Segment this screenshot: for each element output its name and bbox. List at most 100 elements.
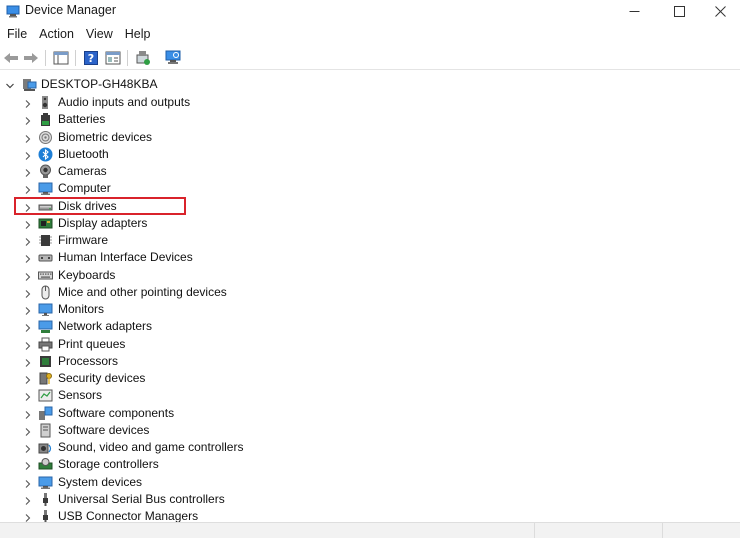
tree-item-universal-serial-bus-controllers[interactable]: Universal Serial Bus controllers	[0, 491, 740, 508]
menu-action[interactable]: Action	[33, 24, 80, 44]
chevron-right-icon[interactable]	[23, 253, 33, 264]
tree-item-audio-inputs-and-outputs[interactable]: Audio inputs and outputs	[0, 94, 740, 111]
chevron-right-icon[interactable]	[23, 167, 33, 177]
tree-item-keyboards[interactable]: Keyboards	[0, 267, 740, 284]
svg-text:?: ?	[88, 52, 94, 65]
tree-root-label: DESKTOP-GH48KBA	[41, 77, 158, 91]
toolbar-separator	[127, 50, 128, 66]
tree-item-security-devices[interactable]: Security devices	[0, 370, 740, 387]
menu-help[interactable]: Help	[119, 24, 157, 44]
chevron-right-icon[interactable]	[23, 495, 33, 505]
forward-icon	[24, 53, 38, 63]
maximize-icon	[673, 5, 685, 17]
chevron-right-icon[interactable]	[23, 184, 33, 195]
menu-bar: File Action View Help	[0, 24, 157, 44]
update-driver-button[interactable]	[134, 50, 152, 66]
chevron-right-icon[interactable]	[23, 409, 33, 419]
tree-item-display-adapters[interactable]: Display adapters	[0, 215, 740, 232]
tree-item-label: Computer	[58, 181, 111, 196]
help-button[interactable]: ?	[82, 50, 100, 66]
network-adapter-icon	[38, 319, 53, 334]
menu-file[interactable]: File	[0, 24, 33, 44]
chevron-down-icon[interactable]	[5, 80, 15, 90]
tree-item-computer[interactable]: Computer	[0, 180, 740, 197]
monitor-icon	[38, 302, 53, 317]
tree-item-human-interface-devices[interactable]: Human Interface Devices	[0, 249, 740, 266]
back-button[interactable]	[2, 50, 20, 66]
software-device-icon	[38, 423, 53, 438]
chevron-right-icon[interactable]	[23, 236, 33, 246]
tree-item-label: Firmware	[58, 233, 108, 247]
tree-item-label: Monitors	[58, 302, 105, 316]
device-tree: DESKTOP-GH48KBA Audio inputs and outputs…	[0, 74, 740, 522]
tree-item-sound-video-and-game-controllers[interactable]: Sound, video and game controllers	[0, 439, 740, 456]
chevron-right-icon[interactable]	[23, 478, 33, 488]
tree-item-bluetooth[interactable]: Bluetooth	[0, 146, 740, 163]
minimize-icon	[629, 10, 639, 12]
tree-item-sensors[interactable]: Sensors	[0, 387, 740, 404]
chevron-right-icon[interactable]	[23, 357, 33, 367]
toolbar-separator	[45, 50, 46, 66]
tree-item-label: Software components	[58, 405, 175, 420]
tree-item-system-devices[interactable]: System devices	[0, 474, 740, 491]
chevron-right-icon[interactable]	[23, 305, 33, 315]
chevron-right-icon[interactable]	[23, 322, 33, 333]
tree-item-batteries[interactable]: Batteries	[0, 111, 740, 128]
keyboard-icon	[38, 268, 53, 283]
tree-item-network-adapters[interactable]: Network adapters	[0, 318, 740, 335]
chevron-right-icon[interactable]	[23, 460, 33, 471]
tree-item-label: Print queues	[58, 336, 126, 351]
menu-view[interactable]: View	[80, 24, 119, 44]
chevron-right-icon[interactable]	[23, 443, 33, 453]
tree-item-usb-connector-managers[interactable]: USB Connector Managers	[0, 508, 740, 522]
chevron-right-icon[interactable]	[23, 98, 33, 108]
computer-icon	[38, 181, 53, 196]
scan-hardware-button[interactable]	[164, 50, 182, 66]
chevron-right-icon[interactable]	[23, 150, 33, 160]
device-manager-app-icon	[6, 4, 20, 18]
tree-item-monitors[interactable]: Monitors	[0, 301, 740, 318]
maximize-button[interactable]	[656, 0, 702, 22]
firmware-icon	[38, 233, 53, 248]
tree-item-cameras[interactable]: Cameras	[0, 163, 740, 180]
tree-item-processors[interactable]: Processors	[0, 353, 740, 370]
speaker-icon	[38, 95, 53, 110]
chevron-right-icon[interactable]	[23, 340, 33, 350]
chevron-right-icon[interactable]	[23, 271, 33, 281]
chevron-right-icon[interactable]	[23, 288, 33, 298]
show-hide-console-tree-button[interactable]	[52, 50, 70, 66]
window-title: Device Manager	[25, 3, 117, 17]
tree-item-software-components[interactable]: Software components	[0, 405, 740, 422]
toolbar-separator	[75, 50, 76, 66]
minimize-button[interactable]	[611, 0, 657, 22]
chevron-right-icon[interactable]	[23, 219, 33, 229]
tree-root[interactable]: DESKTOP-GH48KBA	[0, 76, 740, 93]
camera-icon	[38, 164, 53, 179]
tree-item-label: Processors	[58, 353, 119, 368]
tree-item-label: Audio inputs and outputs	[58, 95, 191, 109]
tree-item-print-queues[interactable]: Print queues	[0, 336, 740, 353]
chevron-right-icon[interactable]	[23, 426, 33, 436]
properties-button[interactable]	[104, 50, 122, 66]
chevron-right-icon[interactable]	[23, 374, 33, 384]
battery-icon	[38, 112, 53, 127]
tree-item-biometric-devices[interactable]: Biometric devices	[0, 129, 740, 146]
chevron-right-icon[interactable]	[23, 391, 33, 402]
chevron-right-icon[interactable]	[23, 133, 33, 143]
close-button[interactable]	[701, 0, 740, 22]
tree-item-label: Sound, video and game controllers	[58, 440, 244, 454]
tree-item-software-devices[interactable]: Software devices	[0, 422, 740, 439]
tree-item-storage-controllers[interactable]: Storage controllers	[0, 456, 740, 473]
chevron-right-icon[interactable]	[23, 115, 33, 126]
tree-item-firmware[interactable]: Firmware	[0, 232, 740, 249]
close-icon	[715, 5, 726, 17]
fingerprint-icon	[38, 130, 53, 145]
forward-button[interactable]	[22, 50, 40, 66]
tree-item-label: Human Interface Devices	[58, 250, 193, 265]
toolbar: ?	[0, 46, 740, 70]
tree-item-label: Sensors	[58, 388, 103, 403]
sensor-icon	[38, 388, 53, 403]
chevron-right-icon[interactable]	[23, 512, 33, 522]
tree-item-label: Universal Serial Bus controllers	[58, 491, 225, 506]
tree-item-mice-and-other-pointing-devices[interactable]: Mice and other pointing devices	[0, 284, 740, 301]
